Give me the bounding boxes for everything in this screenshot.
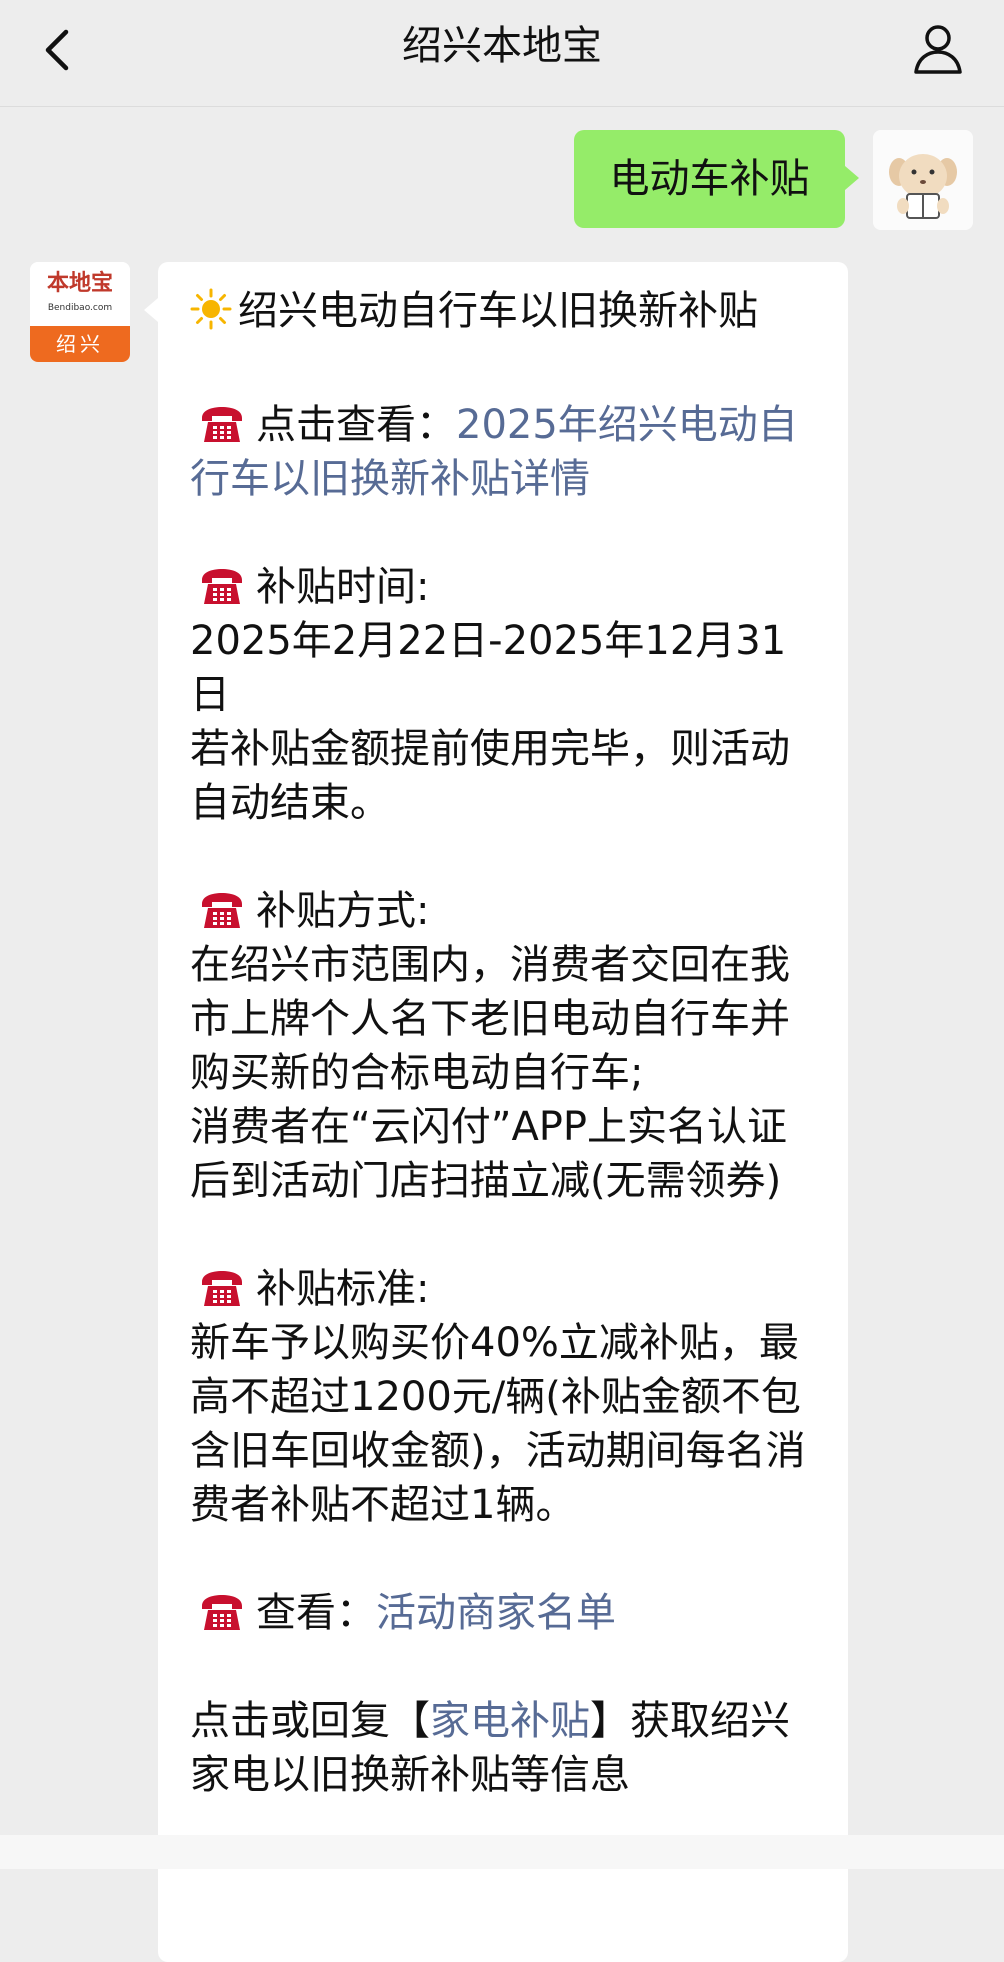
reply-prefix: 点击或回复【 xyxy=(190,1698,430,1744)
nav-bar: 绍兴本地宝 xyxy=(0,0,1004,107)
page-title: 绍兴本地宝 xyxy=(402,23,602,69)
bot-avatar[interactable]: 本地宝 Bendibao.com 绍兴 xyxy=(30,262,130,362)
sun-icon xyxy=(190,288,232,344)
reply-link[interactable]: 家电补贴 xyxy=(430,1698,590,1744)
bot-logo-subtext: Bendibao.com xyxy=(47,303,113,313)
merchant-prefix: 查看： xyxy=(256,1590,376,1636)
user-avatar[interactable] xyxy=(873,130,973,230)
method-heading-line: 补贴方式: xyxy=(190,884,820,938)
bot-avatar-logo: 本地宝 Bendibao.com xyxy=(30,262,130,326)
telephone-icon xyxy=(200,1268,244,1308)
incoming-message: 绍兴电动自行车以旧换新补贴 点击查看：2025年绍兴电动自行车以旧换新补贴详情 xyxy=(144,262,848,1962)
dog-avatar-icon xyxy=(873,130,973,230)
reply-line: 点击或回复【家电补贴】获取绍兴家电以旧换新补贴等信息 xyxy=(190,1694,820,1802)
telephone-icon xyxy=(200,1592,244,1632)
time-text: 2025年2月22日-2025年12月31日 xyxy=(190,618,787,718)
outgoing-message[interactable]: 电动车补贴 xyxy=(574,130,859,228)
detail-line: 点击查看：2025年绍兴电动自行车以旧换新补贴详情 xyxy=(190,398,820,506)
bot-logo-text: 本地宝 xyxy=(46,270,113,296)
bot-avatar-city: 绍兴 xyxy=(30,326,130,362)
time-heading: 补贴时间: xyxy=(256,564,430,610)
standard-heading: 补贴标准: xyxy=(256,1266,430,1312)
merchant-link[interactable]: 活动商家名单 xyxy=(376,1590,616,1636)
telephone-icon xyxy=(200,890,244,930)
message-title: 绍兴电动自行车以旧换新补贴 xyxy=(238,288,758,334)
person-icon xyxy=(914,25,962,74)
merchant-line: 查看：活动商家名单 xyxy=(190,1586,820,1640)
standard-heading-line: 补贴标准: xyxy=(190,1262,820,1316)
time-heading-line: 补贴时间: xyxy=(190,560,820,614)
method-text-1: 在绍兴市范围内，消费者交回在我市上牌个人名下老旧电动自行车并购买新的合标电动自行… xyxy=(190,942,790,1096)
method-heading: 补贴方式: xyxy=(256,888,430,934)
bottom-bar xyxy=(0,1835,1004,1869)
telephone-icon xyxy=(200,404,244,444)
method-text-2: 消费者在“云闪付”APP上实名认证后到活动门店扫描立减(无需领券) xyxy=(190,1104,788,1204)
message-title-line: 绍兴电动自行车以旧换新补贴 xyxy=(190,284,820,344)
detail-prefix: 点击查看： xyxy=(256,402,456,448)
profile-button[interactable] xyxy=(910,20,966,76)
telephone-icon xyxy=(200,566,244,606)
time-note: 若补贴金额提前使用完毕，则活动自动结束。 xyxy=(190,726,790,826)
standard-text: 新车予以购买价40%立减补贴，最高不超过1200元/辆(补贴金额不包含旧车回收金… xyxy=(190,1320,806,1528)
